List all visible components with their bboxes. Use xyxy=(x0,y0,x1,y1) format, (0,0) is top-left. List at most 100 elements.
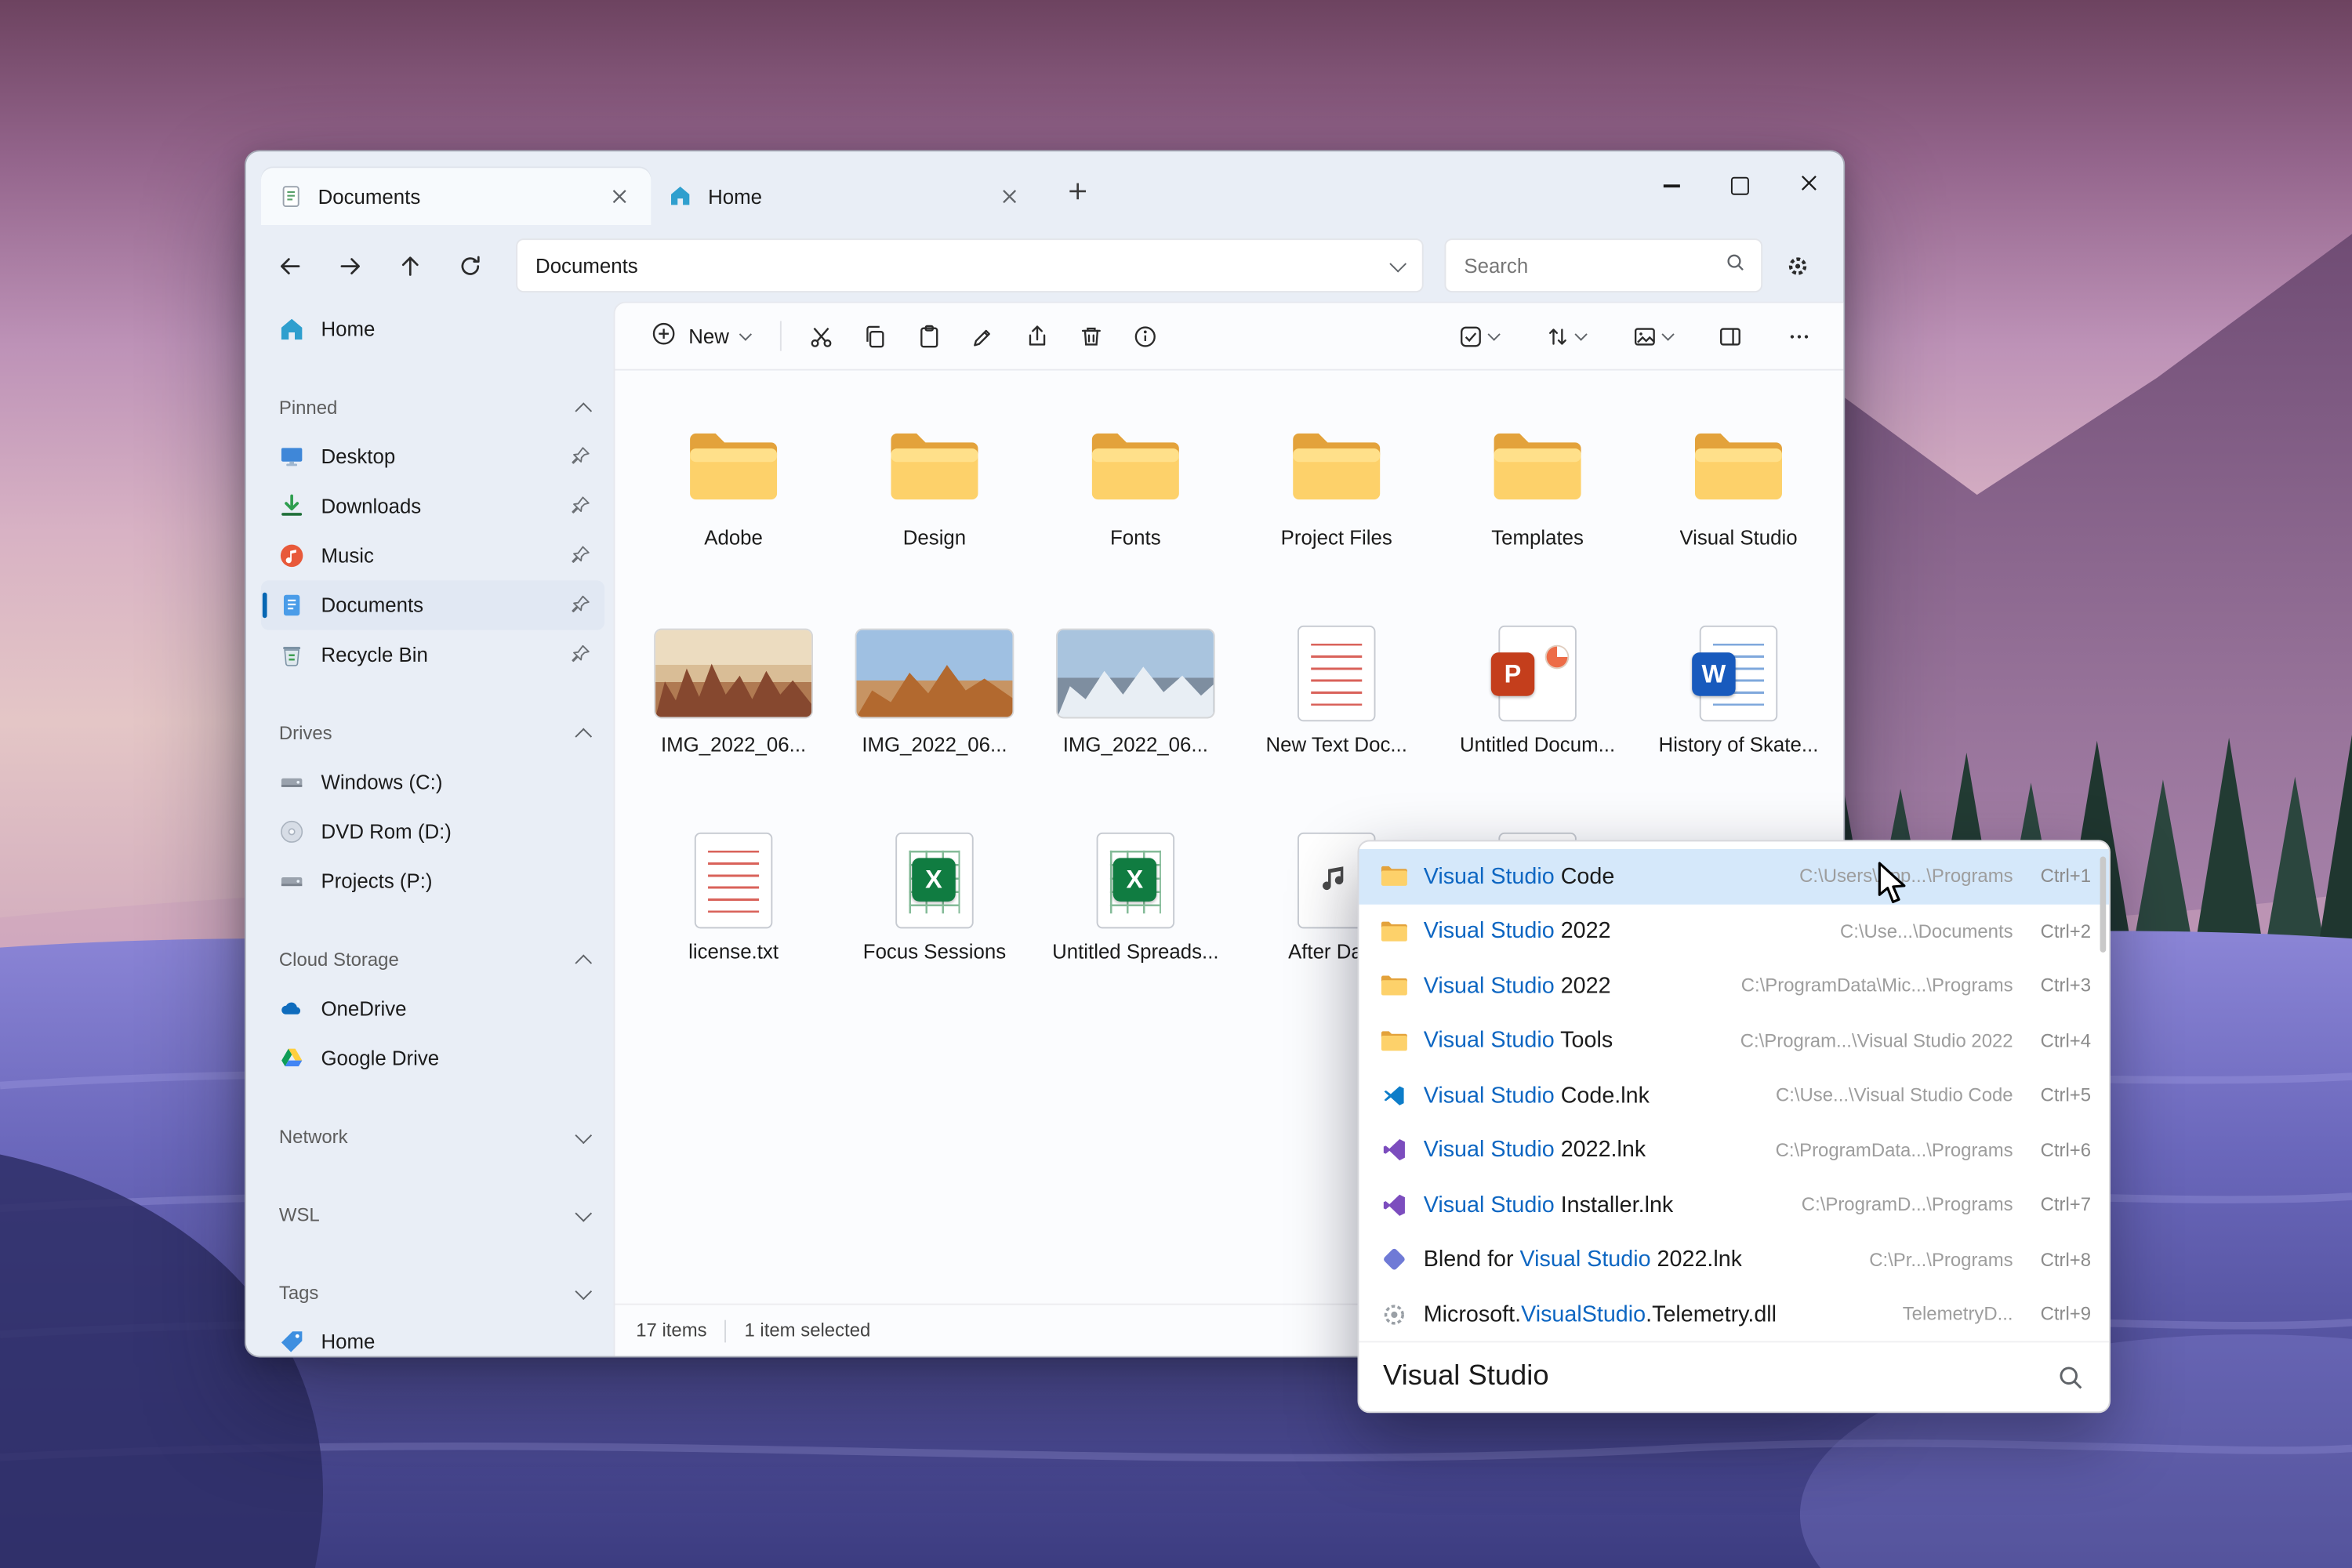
document-icon xyxy=(279,183,305,209)
address-text: Documents xyxy=(535,254,1380,277)
search-result[interactable]: Blend for Visual Studio 2022.lnk C:\Pr..… xyxy=(1359,1232,2109,1287)
file-label: Focus Sessions xyxy=(863,941,1006,964)
close-button[interactable] xyxy=(1774,151,1843,220)
search-result[interactable]: Visual Studio 2022.lnk C:\ProgramData...… xyxy=(1359,1123,2109,1178)
file-tile[interactable]: Adobe xyxy=(639,412,828,611)
sidebar-item-downloads[interactable]: Downloads xyxy=(261,481,604,531)
sidebar-item-music[interactable]: Music xyxy=(261,531,604,580)
cut-button[interactable] xyxy=(793,310,848,361)
search-result[interactable]: Visual Studio Tools C:\Program...\Visual… xyxy=(1359,1013,2109,1068)
forward-button[interactable] xyxy=(324,240,375,291)
sidebar-section-drives[interactable]: Drives xyxy=(261,710,604,757)
view-button[interactable] xyxy=(1616,310,1688,361)
file-tile[interactable]: X Focus Sessions xyxy=(840,826,1029,1025)
details-pane-button[interactable] xyxy=(1703,310,1757,361)
sort-button[interactable] xyxy=(1529,310,1601,361)
file-tile[interactable]: Fonts xyxy=(1041,412,1230,611)
file-tile[interactable]: license.txt xyxy=(639,826,828,1025)
sidebar-item-dvd-rom-d[interactable]: DVD Rom (D:) xyxy=(261,807,604,856)
minimize-button[interactable] xyxy=(1636,151,1705,220)
copy-button[interactable] xyxy=(848,310,902,361)
sidebar-item-recycle-bin[interactable]: Recycle Bin xyxy=(261,630,604,680)
search-result[interactable]: Visual Studio Installer.lnk C:\ProgramD.… xyxy=(1359,1178,2109,1232)
close-icon[interactable] xyxy=(603,180,636,213)
settings-gear-icon[interactable] xyxy=(1772,240,1823,291)
visual-studio-icon xyxy=(1378,1135,1408,1165)
result-shortcut: Ctrl+2 xyxy=(2013,920,2091,942)
up-button[interactable] xyxy=(384,240,435,291)
search-result[interactable]: Visual Studio 2022 C:\Use...\Documents C… xyxy=(1359,904,2109,959)
file-tile[interactable]: Visual Studio xyxy=(1644,412,1833,611)
maximize-button[interactable] xyxy=(1705,151,1774,220)
file-tile[interactable]: IMG_2022_06... xyxy=(840,619,1029,818)
excel-badge: X xyxy=(1113,858,1156,901)
chevron-down-icon[interactable] xyxy=(1389,255,1406,272)
pin-icon xyxy=(570,594,593,617)
result-shortcut: Ctrl+9 xyxy=(2013,1304,2091,1325)
back-button[interactable] xyxy=(264,240,315,291)
result-path: C:\Program...\Visual Studio 2022 xyxy=(1722,1030,2013,1051)
sidebar-item-tag-home[interactable]: Home xyxy=(261,1317,604,1356)
tab-home[interactable]: Home xyxy=(651,168,1040,225)
search-query-text: Visual Studio xyxy=(1383,1360,1549,1393)
sidebar-section-tags[interactable]: Tags xyxy=(261,1269,604,1317)
result-path: C:\Use...\Documents xyxy=(1822,920,2013,942)
search-result[interactable]: Visual Studio Code C:\Users\App...\Progr… xyxy=(1359,849,2109,904)
sidebar-section-cloud-storage[interactable]: Cloud Storage xyxy=(261,936,604,984)
search-query-bar[interactable]: Visual Studio xyxy=(1359,1341,2109,1411)
new-button[interactable]: New xyxy=(633,310,768,361)
search-box[interactable] xyxy=(1444,238,1762,292)
search-result[interactable]: Microsoft.VisualStudio.Telemetry.dll Tel… xyxy=(1359,1287,2109,1342)
recycle-bin-icon xyxy=(279,642,305,668)
file-tile[interactable]: IMG_2022_06... xyxy=(639,619,828,818)
result-path: C:\ProgramD...\Programs xyxy=(1784,1194,2013,1215)
sidebar-item-projects-p[interactable]: Projects (P:) xyxy=(261,856,604,906)
sidebar-item-documents[interactable]: Documents xyxy=(261,580,604,630)
rename-button[interactable] xyxy=(956,310,1010,361)
file-tile[interactable]: X Untitled Spreads... xyxy=(1041,826,1230,1025)
folder-icon xyxy=(1490,412,1585,521)
excel-badge: X xyxy=(912,858,955,901)
tab-documents[interactable]: Documents xyxy=(261,168,651,225)
file-tile[interactable]: Project Files xyxy=(1242,412,1431,611)
result-name: Visual Studio 2022 xyxy=(1424,973,1611,999)
sidebar-item-windows-c[interactable]: Windows (C:) xyxy=(261,757,604,807)
file-tile[interactable]: Design xyxy=(840,412,1029,611)
close-icon[interactable] xyxy=(993,180,1026,213)
sidebar-item-desktop[interactable]: Desktop xyxy=(261,432,604,481)
result-shortcut: Ctrl+7 xyxy=(2013,1194,2091,1215)
sidebar-section-pinned[interactable]: Pinned xyxy=(261,384,604,432)
search-result[interactable]: Visual Studio 2022 C:\ProgramData\Mic...… xyxy=(1359,959,2109,1014)
sidebar-section-network[interactable]: Network xyxy=(261,1113,604,1161)
new-tab-button[interactable] xyxy=(1053,166,1101,214)
result-shortcut: Ctrl+3 xyxy=(2013,975,2091,996)
result-shortcut: Ctrl+5 xyxy=(2013,1085,2091,1106)
sidebar-item-google-drive[interactable]: Google Drive xyxy=(261,1033,604,1083)
paste-button[interactable] xyxy=(902,310,956,361)
properties-icon[interactable] xyxy=(1117,310,1171,361)
file-tile[interactable]: P Untitled Docum... xyxy=(1443,619,1632,818)
sidebar-item-onedrive[interactable]: OneDrive xyxy=(261,984,604,1033)
share-button[interactable] xyxy=(1010,310,1064,361)
file-tile[interactable]: IMG_2022_06... xyxy=(1041,619,1230,818)
scrollbar[interactable] xyxy=(2100,856,2107,952)
select-button[interactable] xyxy=(1442,310,1514,361)
more-icon[interactable] xyxy=(1772,310,1826,361)
sidebar-section-wsl[interactable]: WSL xyxy=(261,1191,604,1239)
folder-icon xyxy=(685,412,781,521)
dll-icon xyxy=(1378,1299,1408,1329)
window-controls xyxy=(1636,151,1843,220)
delete-button[interactable] xyxy=(1064,310,1118,361)
result-name: Visual Studio Code.lnk xyxy=(1424,1083,1650,1109)
file-tile[interactable]: Templates xyxy=(1443,412,1632,611)
file-tile[interactable]: New Text Doc... xyxy=(1242,619,1431,818)
address-bar[interactable]: Documents xyxy=(516,238,1424,292)
file-tile[interactable]: W History of Skate... xyxy=(1644,619,1833,818)
sidebar-item-home[interactable]: Home xyxy=(261,304,604,354)
file-label: History of Skate... xyxy=(1659,734,1819,757)
refresh-icon[interactable] xyxy=(444,240,495,291)
search-input[interactable] xyxy=(1461,252,1726,278)
search-result[interactable]: Visual Studio Code.lnk C:\Use...\Visual … xyxy=(1359,1068,2109,1123)
result-name: Microsoft.VisualStudio.Telemetry.dll xyxy=(1424,1301,1777,1327)
folder-icon xyxy=(1690,412,1786,521)
